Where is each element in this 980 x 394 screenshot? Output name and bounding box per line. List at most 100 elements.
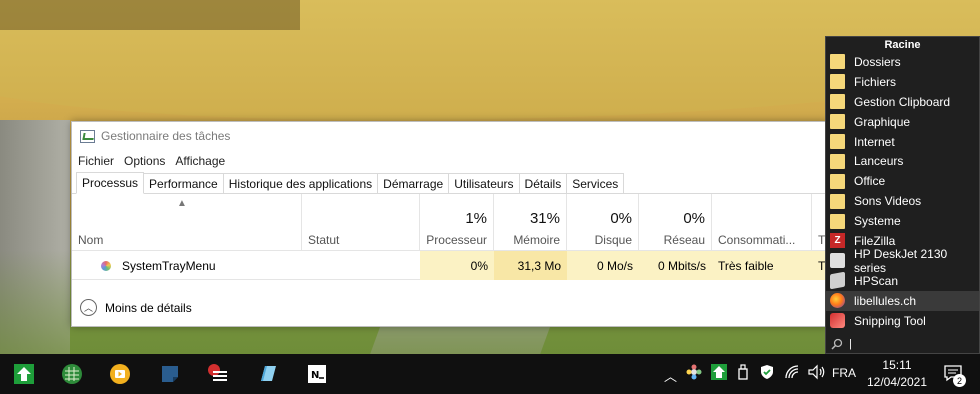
column-power-label: Consommati...	[718, 233, 796, 247]
column-network-label: Réseau	[663, 233, 705, 247]
menu-item-label: Dossiers	[854, 54, 901, 69]
green-up-arrow-icon[interactable]	[12, 362, 36, 386]
menu-item-label: HPScan	[854, 273, 899, 288]
menu-item-label: Gestion Clipboard	[854, 94, 951, 109]
menu-item-gestion-clipboard[interactable]: Gestion Clipboard	[826, 92, 979, 112]
green-up-arrow-tray-icon[interactable]	[711, 364, 727, 383]
clock-date: 12/04/2021	[866, 375, 928, 389]
menu-item-label: libellules.ch	[854, 293, 917, 308]
flower-app-icon[interactable]	[686, 364, 702, 383]
folder-icon	[830, 213, 845, 229]
task-manager-window: Gestionnaire des tâches Fichier Options …	[71, 121, 829, 327]
tab-historique[interactable]: Historique des applications	[222, 173, 379, 193]
menu-fichier[interactable]: Fichier	[78, 154, 114, 168]
column-status[interactable]: Statut	[302, 194, 420, 251]
process-name: SystemTrayMenu	[122, 258, 216, 273]
tab-utilisateurs[interactable]: Utilisateurs	[448, 173, 520, 193]
network-cell: 0 Mbits/s	[639, 251, 712, 280]
tab-details[interactable]: Détails	[518, 173, 568, 193]
clock-time: 15:11	[882, 358, 912, 372]
tab-services[interactable]: Services	[566, 173, 625, 193]
tab-demarrage[interactable]: Démarrage	[377, 173, 450, 193]
column-name[interactable]: ▲ Nom	[72, 194, 302, 251]
systemtraymenu-icon	[100, 259, 114, 273]
chevron-up-icon: ︿	[80, 299, 97, 316]
firefox-icon	[830, 293, 845, 309]
menu-item-systeme[interactable]: Systeme	[826, 211, 979, 231]
memory-cell: 31,3 Mo	[494, 251, 567, 280]
spreadsheet-icon[interactable]	[60, 362, 84, 386]
column-network[interactable]: 0% Réseau	[639, 194, 712, 251]
menu-item-office[interactable]: Office	[826, 171, 979, 191]
menu-item-label: Office	[854, 174, 886, 189]
volume-icon[interactable]	[808, 364, 826, 383]
column-power[interactable]: Consommati...	[712, 194, 812, 251]
menu-item-lanceurs[interactable]: Lanceurs	[826, 151, 979, 171]
window-titlebar[interactable]: Gestionnaire des tâches	[72, 122, 827, 150]
media-player-icon[interactable]	[108, 362, 132, 386]
menu-item-sons-videos[interactable]: Sons Videos	[826, 191, 979, 211]
usb-drive-icon[interactable]	[736, 364, 750, 383]
menu-item-label: FileZilla	[854, 233, 896, 248]
menu-item-label: Snipping Tool	[854, 313, 926, 328]
menu-item-label: Fichiers	[854, 74, 897, 89]
printer-icon	[830, 253, 845, 269]
tray-menu-header: Racine	[884, 38, 921, 51]
folder-icon	[830, 114, 845, 130]
tab-processus[interactable]: Processus	[76, 172, 145, 194]
window-title: Gestionnaire des tâches	[101, 129, 231, 143]
tray-menu-search[interactable]: |	[826, 335, 979, 353]
tray-menu-panel: Racine Dossiers Fichiers Gestion Clipboa…	[825, 36, 980, 354]
task-manager-icon	[80, 129, 95, 143]
notification-count-badge: 2	[953, 374, 966, 387]
column-disk-label: Disque	[594, 233, 632, 247]
menu-item-dossiers[interactable]: Dossiers	[826, 52, 979, 72]
red-list-icon[interactable]	[206, 362, 230, 386]
menu-item-label: Sons Videos	[854, 194, 922, 209]
language-indicator[interactable]: FRA	[832, 366, 856, 380]
menu-options[interactable]: Options	[124, 154, 165, 168]
column-memory[interactable]: 31% Mémoire	[494, 194, 567, 251]
menu-item-internet[interactable]: Internet	[826, 132, 979, 152]
menu-item-label: Internet	[854, 134, 895, 149]
folder-icon	[830, 94, 845, 110]
fewer-details-label: Moins de détails	[105, 300, 192, 315]
fewer-details-button[interactable]: ︿ Moins de détails	[80, 299, 192, 316]
menu-item-label: Graphique	[854, 114, 911, 129]
wallpaper-trees	[0, 0, 300, 30]
taskbar: N ︿ FRA 15:11 12/04/2021 2	[0, 354, 980, 394]
svg-text:N: N	[311, 370, 319, 381]
menu-item-fichiers[interactable]: Fichiers	[826, 72, 979, 92]
notepad-icon[interactable]: N	[305, 362, 329, 386]
snipping-tool-icon	[830, 313, 845, 329]
notes-app-icon[interactable]	[256, 362, 280, 386]
sticky-note-icon[interactable]	[158, 362, 182, 386]
column-header-row: ▲ Nom Statut 1% Processeur 31% Mémoire 0…	[72, 194, 827, 251]
menu-item-hp-deskjet[interactable]: HP DeskJet 2130 series	[826, 247, 979, 275]
tab-performance[interactable]: Performance	[143, 173, 224, 193]
table-row[interactable]: SystemTrayMenu 0% 31,3 Mo 0 Mo/s 0 Mbits…	[72, 251, 829, 280]
disk-total-percent: 0%	[610, 210, 632, 227]
chevron-up-icon[interactable]: ︿	[664, 366, 677, 385]
folder-icon	[830, 54, 845, 70]
folder-icon	[830, 173, 845, 189]
menu-item-snipping-tool[interactable]: Snipping Tool	[826, 311, 979, 331]
wifi-icon[interactable]	[784, 364, 800, 383]
menu-item-label: Lanceurs	[854, 154, 904, 169]
column-memory-label: Mémoire	[513, 233, 560, 247]
column-disk[interactable]: 0% Disque	[567, 194, 639, 251]
process-name-cell: SystemTrayMenu	[100, 251, 216, 280]
menu-item-graphique[interactable]: Graphique	[826, 112, 979, 132]
menu-item-libellules[interactable]: libellules.ch	[826, 290, 979, 311]
menu-affichage[interactable]: Affichage	[175, 154, 225, 168]
memory-total-percent: 31%	[529, 210, 560, 227]
column-cpu[interactable]: 1% Processeur	[420, 194, 494, 251]
folder-icon	[830, 193, 845, 209]
search-icon	[831, 338, 843, 350]
folder-icon	[830, 153, 845, 169]
folder-icon	[830, 74, 845, 90]
disk-cell: 0 Mo/s	[567, 251, 639, 280]
column-cpu-label: Processeur	[426, 233, 487, 247]
clock[interactable]: 15:11 12/04/2021	[862, 357, 932, 391]
security-shield-icon[interactable]	[759, 364, 775, 383]
